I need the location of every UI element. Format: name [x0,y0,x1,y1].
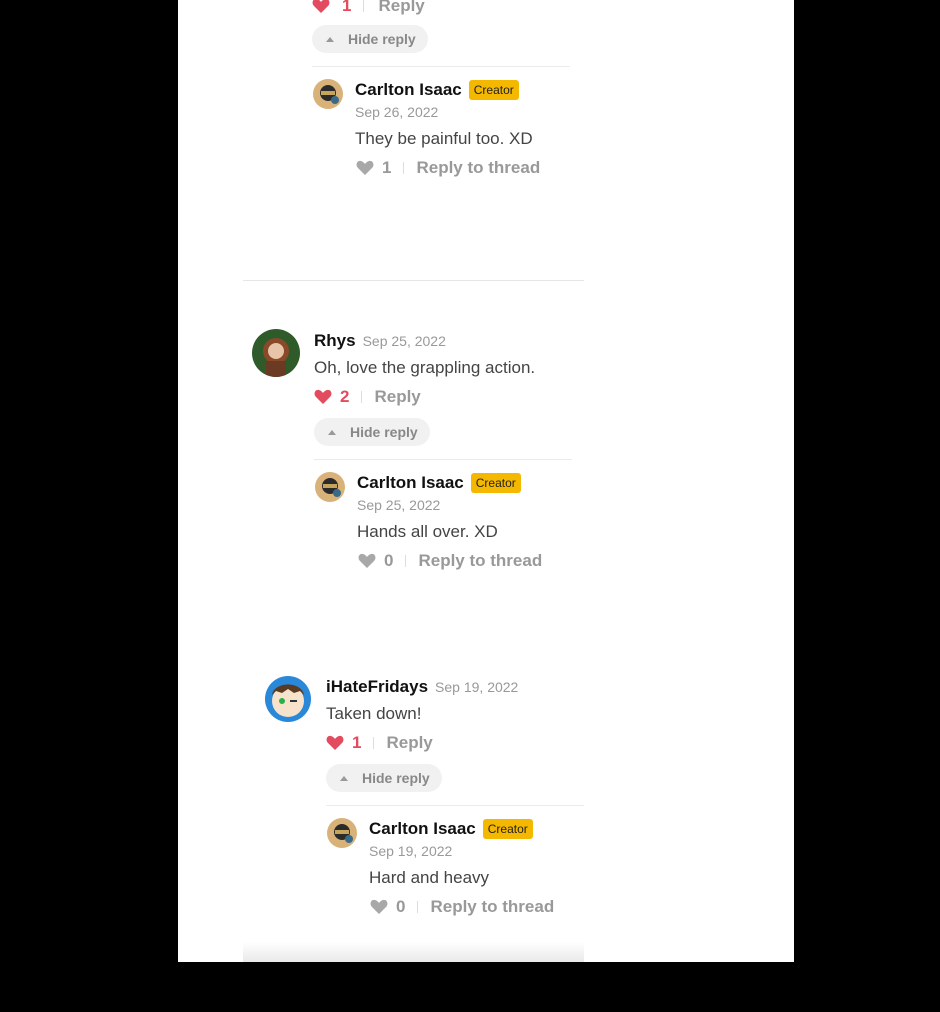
hide-reply-button[interactable]: Hide reply [314,418,430,446]
comment-header: iHateFridays Sep 19, 2022 [326,677,518,697]
reply-text: They be painful too. XD [355,129,533,148]
divider [361,391,363,403]
creator-badge: Creator [482,819,533,839]
reply-header: Carlton Isaac Creator [357,473,521,493]
reply-actions: 0 Reply to thread [370,897,554,917]
reply-divider [326,805,584,806]
avatar[interactable] [315,472,345,502]
reply-header: Carlton Isaac Creator [355,80,519,100]
avatar[interactable] [264,675,312,723]
comment-date: Sep 19, 2022 [435,679,519,695]
reply-text: Hard and heavy [369,868,490,887]
author-name[interactable]: Rhys [314,331,356,351]
parent-actions: 1 Reply [312,0,425,16]
reply-link[interactable]: Reply [374,387,420,407]
comments-panel: 1 Reply Hide reply Carlton Isaac Creator… [178,0,794,962]
divider [417,901,419,913]
reply-divider [314,459,572,460]
reply-date: Sep 25, 2022 [357,497,441,513]
reply-date: Sep 19, 2022 [369,843,453,859]
reply-to-thread-link[interactable]: Reply to thread [416,158,540,178]
like-count: 1 [342,0,352,15]
heart-icon[interactable] [326,735,344,751]
comment-text: Oh, love the grappling action. [314,358,536,377]
reply-to-thread-link[interactable]: Reply to thread [430,897,554,917]
caret-up-icon [328,429,336,435]
caret-up-icon [340,775,348,781]
like-count: 1 [382,158,392,177]
hide-reply-button[interactable]: Hide reply [326,764,442,792]
bottom-fade [243,942,584,962]
reply-to-thread-link[interactable]: Reply to thread [418,551,542,571]
comment-date: Sep 25, 2022 [362,333,446,349]
heart-icon[interactable] [312,0,330,14]
heart-icon[interactable] [356,160,374,176]
caret-up-icon [326,36,334,42]
reply-actions: 1 Reply to thread [356,158,540,178]
reply-divider [312,66,570,67]
avatar[interactable] [313,79,343,109]
reply-link[interactable]: Reply [378,0,424,16]
heart-icon[interactable] [370,899,388,915]
like-count: 1 [352,733,362,752]
reply-header: Carlton Isaac Creator [369,819,533,839]
heart-icon[interactable] [358,553,376,569]
reply-link[interactable]: Reply [386,733,432,753]
reply-date: Sep 26, 2022 [355,104,439,120]
author-name[interactable]: Carlton Isaac [355,80,462,100]
divider [373,737,375,749]
comment-actions: 1 Reply [326,733,433,753]
comment-header: Rhys Sep 25, 2022 [314,331,446,351]
hide-reply-label: Hide reply [348,31,416,47]
heart-icon[interactable] [314,389,332,405]
like-count: 2 [340,387,350,406]
reply-text: Hands all over. XD [357,522,498,541]
creator-badge: Creator [468,80,519,100]
comment-actions: 2 Reply [314,387,421,407]
hide-reply-label: Hide reply [350,424,418,440]
like-count: 0 [384,551,394,570]
creator-badge: Creator [470,473,521,493]
thread-divider [243,280,584,281]
author-name[interactable]: Carlton Isaac [369,819,476,839]
avatar[interactable] [252,329,300,377]
hide-reply-button[interactable]: Hide reply [312,25,428,53]
avatar[interactable] [327,818,357,848]
hide-reply-label: Hide reply [362,770,430,786]
divider [403,162,405,174]
like-count: 0 [396,897,406,916]
comment-text: Taken down! [326,704,422,723]
author-name[interactable]: Carlton Isaac [357,473,464,493]
reply-actions: 0 Reply to thread [358,551,542,571]
divider [405,555,407,567]
divider [363,0,365,12]
author-name[interactable]: iHateFridays [326,677,428,697]
